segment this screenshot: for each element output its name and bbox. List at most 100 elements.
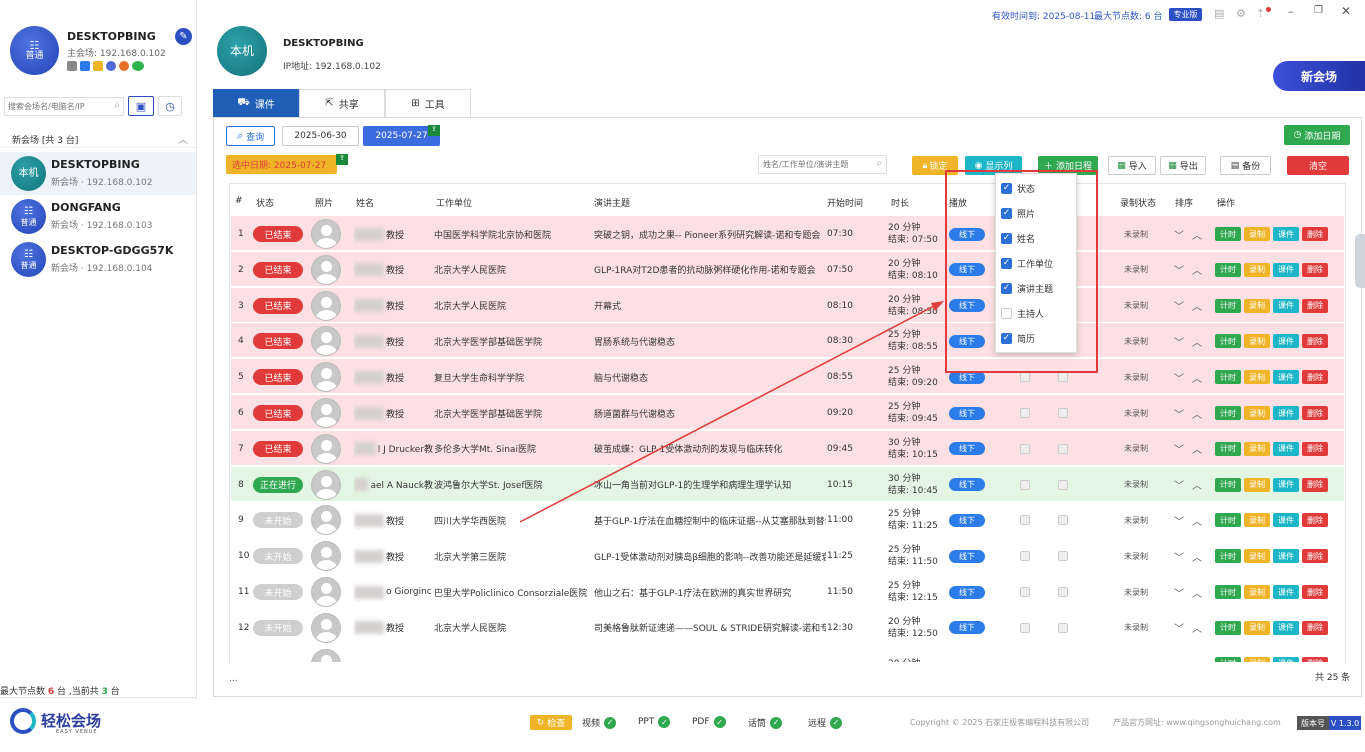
mode-badge[interactable]: 线下 [949,406,985,420]
backup-button[interactable]: ▤ 备份 [1220,156,1271,175]
table-search-input[interactable] [759,156,864,173]
checkbox[interactable] [1058,372,1068,383]
new-venue-button[interactable]: 新会场 [1273,61,1365,91]
action-button[interactable]: 删除 [1302,656,1328,662]
action-button[interactable]: 录制 [1244,227,1270,241]
search-icon[interactable]: ⌕ [876,158,882,169]
checkbox[interactable] [1020,408,1030,418]
mode-badge[interactable]: 线下 [949,513,985,527]
action-button[interactable]: 录制 [1244,262,1270,277]
move-up-icon[interactable]: ︿ [1192,370,1202,385]
move-down-icon[interactable]: ﹀ [1174,549,1184,564]
action-button[interactable]: 课件 [1273,656,1299,662]
checkbox[interactable] [1020,479,1030,490]
table-row[interactable]: 7 已结束 l J Drucker教 多伦多大学Mt. Sinai医院 破茧成蝶：GLP… [231,430,1344,466]
action-button[interactable]: 计时 [1215,513,1241,528]
table-row[interactable]: 2 已结束 教授 北京大学人民医院 GLP-1RA对T2D患者的抗动脉粥样硬化作用-诺和… [231,251,1344,287]
mode-badge[interactable]: 线下 [949,442,985,456]
checkbox[interactable] [1058,587,1068,597]
mode-badge[interactable]: 线下 [949,549,985,563]
checkbox[interactable] [1058,443,1068,454]
move-up-icon[interactable]: ︿ [1192,441,1202,456]
action-button[interactable]: 录制 [1244,477,1270,492]
move-down-icon[interactable]: ﹀ [1174,585,1184,600]
action-button[interactable]: 课件 [1273,370,1299,385]
site-url[interactable]: 产品官方网址: www.qingsonghuichang.com [1113,717,1281,728]
move-down-icon[interactable]: ﹀ [1174,620,1184,635]
move-up-icon[interactable]: ︿ [1192,334,1202,349]
action-button[interactable]: 录制 [1244,585,1270,599]
action-button[interactable]: 删除 [1302,585,1328,599]
checkbox[interactable] [1058,622,1068,633]
venue-search[interactable]: ⌕ [4,97,124,116]
table-row[interactable]: 8 正在进行 ael A Nauck教 波鸿鲁尔大学St. Josef医院 冰山一角当前… [231,466,1344,502]
action-button[interactable]: 删除 [1302,227,1328,241]
edit-icon[interactable]: ✎ [175,28,192,45]
action-button[interactable]: 课件 [1273,620,1299,635]
checkbox[interactable] [1058,551,1068,562]
mode-badge[interactable]: 线下 [949,478,985,492]
table-row[interactable]: 5 已结束 教授 复旦大学生命科学学院 脑与代谢稳态 08:55 25 分钟 结束: 09:2… [231,359,1344,395]
action-button[interactable]: 删除 [1302,262,1328,277]
table-row[interactable]: 20 分钟 计时录制课件删除 [231,645,1344,663]
checkbox[interactable] [1058,515,1068,526]
move-up-icon[interactable]: ︿ [1192,477,1202,492]
checkbox[interactable] [1058,408,1068,418]
tab-courseware[interactable]: ⛟ 课件 [213,89,299,117]
table-row[interactable]: 3 已结束 教授 北京大学人民医院 开幕式 08:10 20 分钟 结束: 08:30 线下 未录… [231,287,1344,323]
action-button[interactable]: 课件 [1273,549,1299,564]
mode-badge[interactable]: 线下 [949,621,985,635]
checkbox[interactable] [1020,443,1030,454]
minimize-icon[interactable]: – [1288,5,1294,18]
action-button[interactable]: 删除 [1302,334,1328,349]
action-button[interactable]: 删除 [1302,620,1328,635]
table-row[interactable]: 12 未开始 教授 北京大学人民医院 司美格鲁肽新证速递——SOUL & STRIDE研… [231,609,1344,645]
checkbox[interactable] [1020,372,1030,383]
move-up-icon[interactable]: ︿ [1192,513,1202,528]
sidebar-item-desktopbing[interactable]: 本机 DESKTOPBING 新会场 · 192.168.0.102 [0,152,196,195]
move-down-icon[interactable]: ﹀ [1174,334,1184,349]
date-from[interactable]: 2025-06-30 [282,126,359,146]
close-icon[interactable]: ✕ [1341,4,1351,18]
side-handle[interactable] [1355,234,1365,288]
move-up-icon[interactable]: ︿ [1192,406,1202,421]
action-button[interactable]: 课件 [1273,298,1299,313]
action-button[interactable]: 计时 [1215,370,1241,385]
action-button[interactable]: 计时 [1215,656,1241,662]
action-button[interactable]: 删除 [1302,406,1328,420]
action-button[interactable]: 计时 [1215,549,1241,564]
table-row[interactable]: 10 未开始 教授 北京大学第三医院 GLP-1受体激动剂对胰岛β细胞的影响--改善功能… [231,538,1344,574]
move-down-icon[interactable]: ﹀ [1174,441,1184,456]
action-button[interactable]: 计时 [1215,227,1241,241]
move-up-icon[interactable]: ︿ [1192,585,1202,600]
action-button[interactable]: 录制 [1244,406,1270,420]
venue-search-input[interactable] [5,98,105,115]
clock-icon[interactable]: ◷ [158,96,182,116]
action-button[interactable]: 删除 [1302,298,1328,313]
action-button[interactable]: 删除 [1302,513,1328,528]
table-row[interactable]: 11 未开始 o Giorginc 巴里大学Policlinico Consorzia… [231,574,1344,609]
move-up-icon[interactable]: ︿ [1192,298,1202,313]
pin-icon[interactable]: ⇡ [1256,7,1265,20]
table-row[interactable]: 1 已结束 教授 中国医学科学院北京协和医院 突破之钥，成功之果-- Pioneer系列… [231,216,1344,251]
action-button[interactable]: 删除 [1302,477,1328,492]
sidebar-item-dongfang[interactable]: ☷ 普通 DONGFANG 新会场 · 192.168.0.103 [0,195,196,238]
group-header[interactable]: 新会场 [共 3 台] ︿ [0,128,196,148]
action-button[interactable]: 录制 [1244,656,1270,662]
chevron-up-icon[interactable]: ︿ [178,131,188,146]
action-button[interactable]: 录制 [1244,298,1270,313]
action-button[interactable]: 计时 [1215,406,1241,420]
export-button[interactable]: ▦ 导出 [1160,156,1206,175]
move-up-icon[interactable]: ︿ [1192,620,1202,635]
grid-view-icon[interactable]: ▣ [128,96,154,116]
import-button[interactable]: ▦ 导入 [1108,156,1156,175]
action-button[interactable]: 计时 [1215,441,1241,456]
check-button[interactable]: ↻ 检查 [530,715,572,730]
action-button[interactable]: 课件 [1273,585,1299,599]
add-date-button[interactable]: ◷ 添加日期 [1284,125,1350,145]
action-button[interactable]: 课件 [1273,334,1299,349]
action-button[interactable]: 录制 [1244,549,1270,564]
mode-badge[interactable]: 线下 [949,585,985,599]
action-button[interactable]: 课件 [1273,406,1299,420]
checkbox[interactable] [1020,551,1030,562]
